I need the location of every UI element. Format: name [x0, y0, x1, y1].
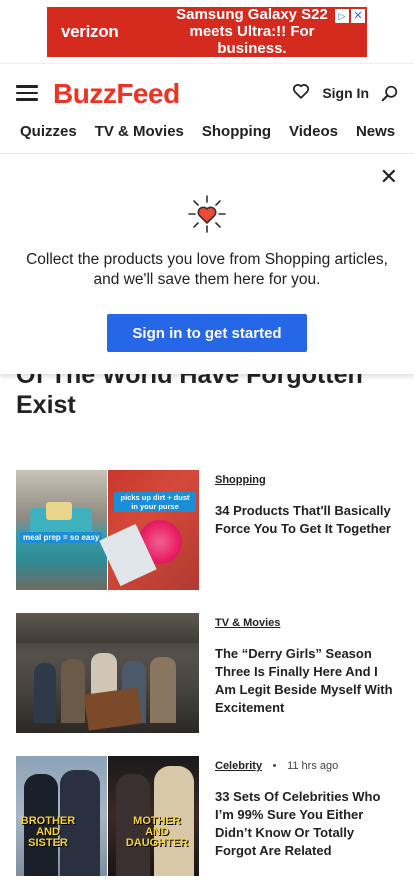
heart-burst-icon	[187, 194, 227, 234]
nav-videos[interactable]: Videos	[289, 122, 338, 142]
article-card-2[interactable]: TV & Movies The “Derry Girls” Season Thr…	[16, 613, 398, 733]
ad-copy-line2: meets Ultra:!! For business.	[189, 23, 315, 57]
article-thumbnail[interactable]: BROTHER AND SISTER MOTHER AND DAUGHTER	[16, 756, 199, 876]
saved-products-panel: ✕ Collect the products you love from Sho…	[0, 154, 414, 374]
article-body: Shopping 34 Products That'll Basically F…	[215, 470, 398, 538]
ad-close-icon[interactable]: ✕	[351, 8, 365, 23]
ad-info-icon[interactable]: ▷	[335, 8, 349, 23]
close-panel-icon[interactable]: ✕	[380, 166, 398, 188]
article-card-1[interactable]: meal prep = so easy picks up dirt + dust…	[16, 470, 398, 590]
article-dot-separator: •	[266, 760, 283, 772]
menu-icon[interactable]	[16, 85, 38, 101]
article-thumbnail[interactable]	[16, 613, 199, 733]
article-body: Celebrity • 11 hrs ago 33 Sets Of Celebr…	[215, 756, 398, 860]
ad-copy-line1: Samsung Galaxy S22	[176, 6, 328, 23]
nav-quizzes[interactable]: Quizzes	[20, 122, 77, 142]
thumb-right-image: picks up dirt + dust in your purse	[99, 470, 199, 590]
ad-banner[interactable]: verizon Samsung Galaxy S22 meets Ultra:!…	[47, 6, 367, 57]
thumb-right-image: MOTHER AND DAUGHTER	[108, 756, 199, 876]
nav-news[interactable]: News	[356, 122, 395, 142]
article-body: TV & Movies The “Derry Girls” Season Thr…	[215, 613, 398, 717]
thumb-right-caption: picks up dirt + dust in your purse	[114, 492, 196, 512]
sign-in-to-get-started-button[interactable]: Sign in to get started	[107, 314, 307, 352]
article-category[interactable]: TV & Movies	[215, 617, 280, 629]
saved-products-text: Collect the products you love from Shopp…	[26, 251, 388, 288]
article-title[interactable]: 33 Sets Of Celebrities Who I’m 99% Sure …	[215, 788, 398, 860]
nav-tv-movies[interactable]: TV & Movies	[95, 122, 184, 142]
article-title[interactable]: The “Derry Girls” Season Three Is Finall…	[215, 645, 398, 717]
article-category[interactable]: Celebrity	[215, 760, 262, 772]
article-card-3[interactable]: BROTHER AND SISTER MOTHER AND DAUGHTER C…	[16, 756, 398, 876]
article-title[interactable]: 34 Products That'll Basically Force You …	[215, 502, 398, 538]
thumb-left-image: BROTHER AND SISTER	[16, 756, 107, 876]
article-category[interactable]: Shopping	[215, 474, 266, 486]
site-header: BuzzFeed Sign In	[0, 64, 414, 122]
heart-icon[interactable]	[292, 83, 310, 104]
ad-banner-container: verizon Samsung Galaxy S22 meets Ultra:!…	[0, 0, 414, 64]
headline-line2: Exist	[16, 391, 76, 419]
nav-shopping[interactable]: Shopping	[202, 122, 271, 142]
section-nav: Quizzes TV & Movies Shopping Videos News	[0, 122, 414, 154]
ad-brand: verizon	[61, 21, 119, 41]
article-thumbnail[interactable]: meal prep = so easy picks up dirt + dust…	[16, 470, 199, 590]
thumb-left-image: meal prep = so easy	[16, 470, 107, 590]
search-icon[interactable]	[381, 85, 398, 102]
sign-in-link[interactable]: Sign In	[322, 85, 369, 101]
thumb-left-caption: BROTHER AND SISTER	[20, 815, 76, 849]
header-actions: Sign In	[292, 83, 398, 104]
thumb-left-caption: meal prep = so easy	[20, 532, 103, 543]
article-timestamp: 11 hrs ago	[287, 760, 339, 772]
thumb-right-caption: MOTHER AND DAUGHTER	[125, 815, 189, 849]
buzzfeed-logo[interactable]: BuzzFeed	[53, 78, 180, 110]
